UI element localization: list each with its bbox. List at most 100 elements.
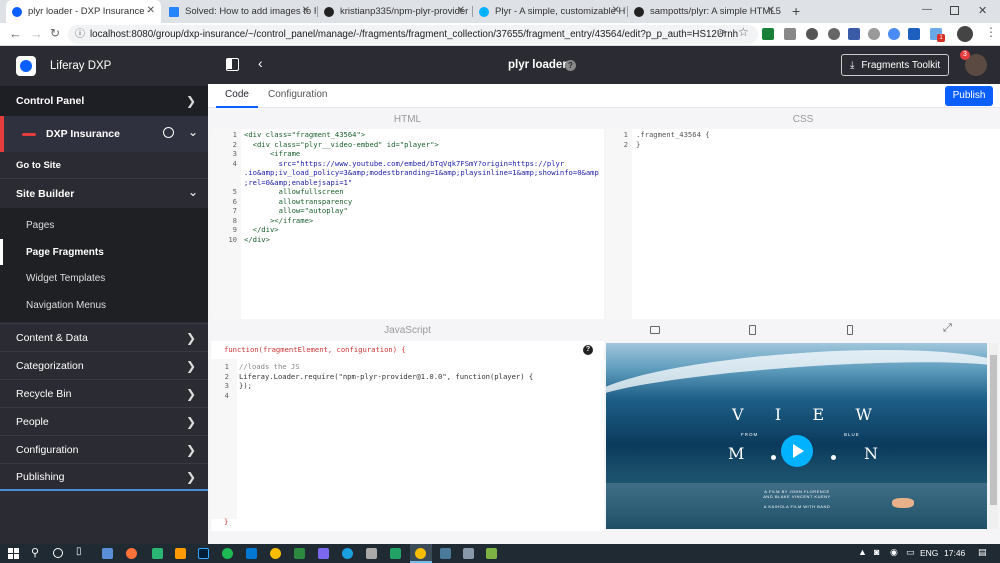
edge-icon[interactable] xyxy=(342,548,353,559)
site-row[interactable]: DXP Insurance ⌄ xyxy=(0,116,208,152)
control-panel-row[interactable]: Control Panel ❯ xyxy=(0,86,208,116)
css-editor[interactable]: CSS 12 .fragment_43564 {} xyxy=(606,110,1000,319)
app-icon[interactable] xyxy=(318,548,329,559)
close-icon[interactable]: ✕ xyxy=(767,5,775,16)
excel-icon[interactable] xyxy=(390,548,401,559)
back-chevron-icon[interactable]: ‹ xyxy=(258,55,263,71)
preview-scrollbar[interactable] xyxy=(989,343,998,529)
forward-icon[interactable]: → xyxy=(30,26,43,41)
mobile-icon[interactable] xyxy=(847,325,853,335)
browser-menu-icon[interactable]: ⋮ xyxy=(985,25,997,39)
chevron-right-icon: ❯ xyxy=(185,414,196,429)
publish-button[interactable]: Publish xyxy=(945,86,993,106)
spotify-icon[interactable] xyxy=(222,548,233,559)
sidebar-section-content-data[interactable]: Content & Data ❯ xyxy=(0,323,208,351)
js-code[interactable]: //loads the JS Liferay.Loader.require("np… xyxy=(239,362,533,391)
windows-start-icon[interactable] xyxy=(8,548,19,559)
sidebar-toggle-icon[interactable] xyxy=(226,58,239,71)
network-icon[interactable]: ▭ xyxy=(906,547,915,558)
chevron-down-icon[interactable]: ⌄ xyxy=(188,125,198,139)
sidebar-section-categorization[interactable]: Categorization ❯ xyxy=(0,351,208,379)
help-icon[interactable]: ? xyxy=(583,345,593,355)
cast-icon[interactable]: ⋗ xyxy=(718,25,727,38)
app-icon[interactable] xyxy=(152,548,163,559)
info-icon[interactable]: ⓘ xyxy=(75,25,85,44)
illustrator-icon[interactable] xyxy=(175,548,186,559)
site-builder-row[interactable]: Site Builder ⌄ xyxy=(0,178,208,208)
extension-icon[interactable] xyxy=(868,28,880,40)
clock[interactable]: 17:46 xyxy=(944,548,965,558)
browser-tab[interactable]: Solved: How to add images to Re ✕ xyxy=(163,0,316,23)
help-icon[interactable]: ? xyxy=(565,60,576,71)
tray-icon[interactable]: ▲ xyxy=(858,547,867,557)
desktop-icon[interactable] xyxy=(650,326,660,334)
go-to-site-link[interactable]: Go to Site xyxy=(0,152,208,178)
code-line: allow="autoplay" xyxy=(244,206,348,215)
browser-tab[interactable]: sampotts/plyr: A simple HTML5, ✕ xyxy=(628,0,781,23)
outlook-icon[interactable] xyxy=(246,548,257,559)
url-input[interactable]: ⓘ localhost:8080/group/dxp-insurance/~/c… xyxy=(68,25,758,44)
video-player[interactable]: V I E W FROM BLUE M N A FILM BY JOHN FLORENC… xyxy=(606,343,987,529)
javascript-editor[interactable]: JavaScript function(fragmentElement, con… xyxy=(211,321,604,531)
app-icon[interactable] xyxy=(440,548,451,559)
close-icon[interactable]: ✕ xyxy=(302,5,310,16)
extension-icon[interactable] xyxy=(848,28,860,40)
app-icon[interactable] xyxy=(463,548,474,559)
back-icon[interactable]: ← xyxy=(9,26,22,41)
profile-avatar[interactable] xyxy=(957,26,973,42)
extension-icon[interactable] xyxy=(762,28,774,40)
html-code[interactable]: <div class="fragment_43564"> <div class=… xyxy=(244,130,599,244)
tray-icon[interactable]: ◙ xyxy=(874,547,879,557)
title-letter: N xyxy=(864,444,878,463)
extension-icon[interactable] xyxy=(888,28,900,40)
chrome-icon[interactable] xyxy=(415,548,426,559)
firefox-icon[interactable] xyxy=(126,548,137,559)
css-code[interactable]: .fragment_43564 {} xyxy=(636,130,710,149)
play-button[interactable] xyxy=(781,435,813,467)
search-icon[interactable]: ⚲ xyxy=(31,546,39,559)
rotate-icon[interactable]: ⤢ xyxy=(943,322,952,335)
sidebar-section-recycle-bin[interactable]: Recycle Bin ❯ xyxy=(0,379,208,407)
browser-tab[interactable]: kristianp335/npm-plyr-provider ✕ xyxy=(318,0,471,23)
cortana-icon[interactable] xyxy=(53,548,63,558)
extension-icon[interactable] xyxy=(828,28,840,40)
extension-icon[interactable] xyxy=(806,28,818,40)
bookmark-star-icon[interactable]: ☆ xyxy=(738,25,749,39)
app-icon[interactable] xyxy=(294,548,305,559)
close-icon[interactable]: ✕ xyxy=(457,5,465,16)
browser-tab[interactable]: plyr loader - DXP Insurance - Life ✕ xyxy=(6,0,161,23)
close-icon[interactable]: ✕ xyxy=(612,5,620,16)
tab-configuration[interactable]: Configuration xyxy=(268,84,327,108)
sidebar-item-widget-templates[interactable]: Widget Templates xyxy=(0,265,208,291)
extension-icon[interactable] xyxy=(784,28,796,40)
tab-code[interactable]: Code xyxy=(216,84,258,108)
reload-icon[interactable]: ↻ xyxy=(50,26,60,40)
minimize-icon[interactable]: — xyxy=(922,4,932,15)
chrome-icon[interactable] xyxy=(270,548,281,559)
calculator-icon[interactable] xyxy=(366,548,377,559)
sidebar-item-page-fragments[interactable]: Page Fragments xyxy=(0,239,208,265)
close-icon[interactable]: ✕ xyxy=(147,5,155,16)
html-editor[interactable]: HTML 1234 5 6 7 8 9 10 <div class="fragment_4… xyxy=(211,110,604,319)
browser-tab[interactable]: Plyr - A simple, customizable HT ✕ xyxy=(473,0,626,23)
maximize-icon[interactable] xyxy=(950,6,959,15)
code-line: <iframe xyxy=(244,149,301,158)
sidebar-item-pages[interactable]: Pages xyxy=(0,212,208,238)
window-close-icon[interactable]: ✕ xyxy=(978,4,987,17)
app-icon[interactable] xyxy=(486,548,497,559)
language-indicator[interactable]: ENG xyxy=(920,548,938,558)
tray-icon[interactable]: ◉ xyxy=(890,547,898,558)
fragments-toolkit-button[interactable]: ⤓ Fragments Toolkit xyxy=(841,54,949,76)
task-view-icon[interactable]: ▯ xyxy=(76,546,82,557)
extension-icon[interactable] xyxy=(908,28,920,40)
sidebar-item-navigation-menus[interactable]: Navigation Menus xyxy=(0,292,208,318)
sidebar-section-people[interactable]: People ❯ xyxy=(0,407,208,435)
notifications-icon[interactable]: ▤ xyxy=(978,547,987,558)
sidebar-section-configuration[interactable]: Configuration ❯ xyxy=(0,435,208,463)
sidebar-section-publishing[interactable]: Publishing ❯ xyxy=(0,463,208,491)
tablet-icon[interactable] xyxy=(749,325,756,335)
scrollbar-thumb[interactable] xyxy=(990,355,997,505)
app-icon[interactable] xyxy=(102,548,113,559)
photoshop-icon[interactable] xyxy=(198,548,209,559)
new-tab-button[interactable]: + xyxy=(792,3,800,19)
